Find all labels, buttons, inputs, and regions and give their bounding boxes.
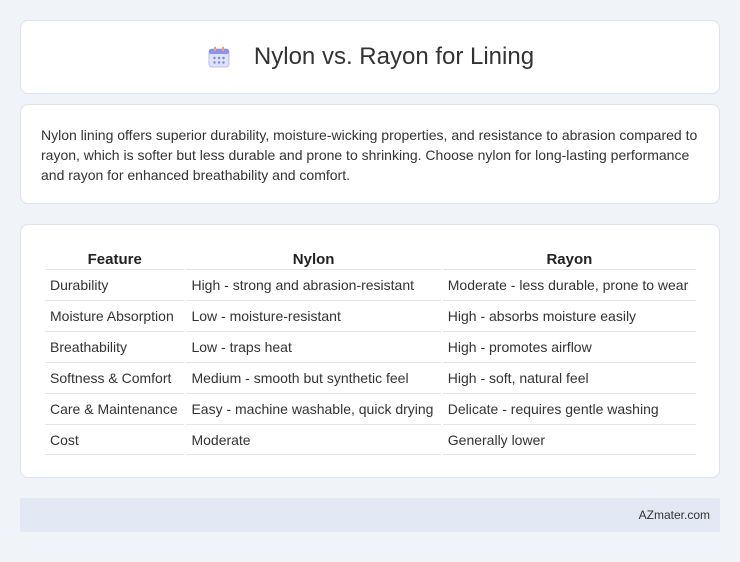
row-nylon: Moderate [186,424,441,455]
header-rayon: Rayon [546,250,593,268]
row-feature: Cost [45,424,185,455]
comparison-table-card: Feature Nylon Rayon Durability High - st… [20,224,720,478]
comparison-table: Feature Nylon Rayon Durability High - st… [43,245,698,455]
footer: AZmater.com [20,498,720,532]
footer-brand[interactable]: AZmater.com [639,508,710,522]
table-row: Softness & Comfort Medium - smooth but s… [45,362,696,393]
row-feature: Durability [45,269,185,300]
table-row: Care & Maintenance Easy - machine washab… [45,393,696,424]
row-nylon: Low - moisture-resistant [186,300,441,331]
summary-text: Nylon lining offers superior durability,… [41,127,698,183]
header-feature: Feature [87,250,142,268]
summary-card: Nylon lining offers superior durability,… [20,104,720,204]
row-nylon: Medium - smooth but synthetic feel [186,362,441,393]
header-nylon: Nylon [292,250,335,268]
row-feature: Breathability [45,331,185,362]
row-rayon: Generally lower [442,424,696,455]
row-rayon: Delicate - requires gentle washing [442,393,696,424]
row-rayon: Moderate - less durable, prone to wear [442,269,696,300]
title-card: Nylon vs. Rayon for Lining [20,20,720,94]
row-feature: Softness & Comfort [45,362,185,393]
row-nylon: High - strong and abrasion-resistant [186,269,441,300]
row-feature: Moisture Absorption [45,300,185,331]
table-header-row: Feature Nylon Rayon [45,245,696,269]
table-row: Cost Moderate Generally lower [45,424,696,455]
row-rayon: High - promotes airflow [442,331,696,362]
row-rayon: High - absorbs moisture easily [442,300,696,331]
table-row: Durability High - strong and abrasion-re… [45,269,696,300]
calendar-icon [208,46,230,68]
row-feature: Care & Maintenance [45,393,185,424]
row-rayon: High - soft, natural feel [442,362,696,393]
title-wrap: Nylon vs. Rayon for Lining [206,43,534,71]
row-nylon: Low - traps heat [186,331,441,362]
table-row: Breathability Low - traps heat High - pr… [45,331,696,362]
table-row: Moisture Absorption Low - moisture-resis… [45,300,696,331]
page-title: Nylon vs. Rayon for Lining [253,43,535,70]
row-nylon: Easy - machine washable, quick drying [186,393,441,424]
